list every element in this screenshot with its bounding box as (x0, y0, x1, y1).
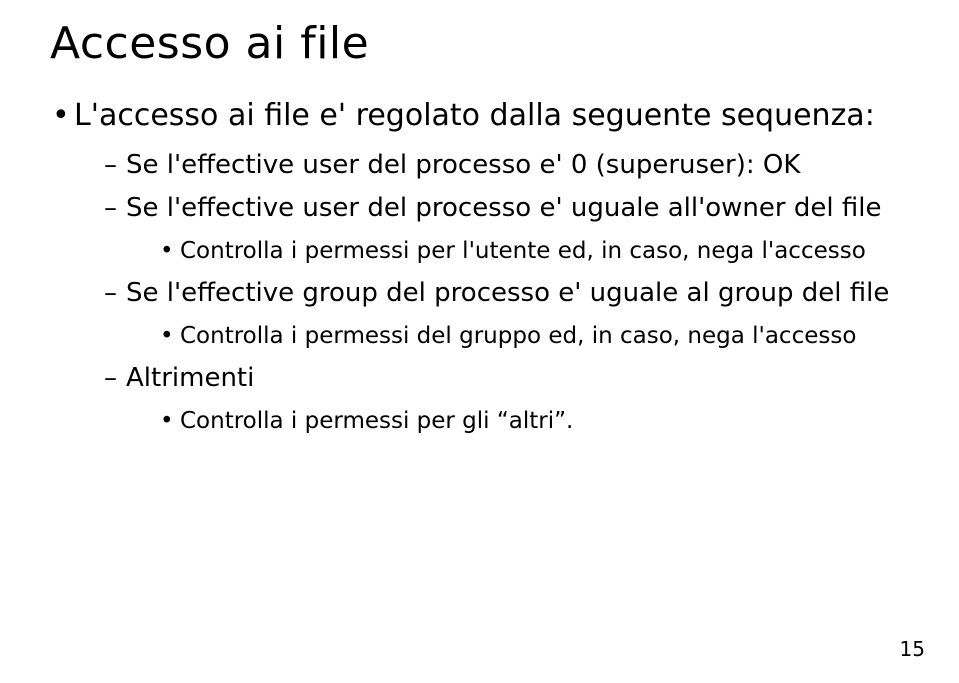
page-number: 15 (900, 637, 925, 661)
bullet-text: Controlla i permessi del gruppo ed, in c… (180, 323, 856, 349)
slide-title: Accesso ai file (50, 18, 909, 69)
bullet-item: Se l'effective user del processo e' ugua… (104, 192, 909, 267)
bullet-list-level3: Controlla i permessi del gruppo ed, in c… (126, 321, 909, 352)
bullet-list-level3: Controlla i permessi per l'utente ed, in… (126, 236, 909, 267)
bullet-text: Se l'effective user del processo e' 0 (s… (126, 150, 800, 180)
bullet-item: Altrimenti Controlla i permessi per gli … (104, 362, 909, 437)
bullet-text: Controlla i permessi per gli “altri”. (180, 408, 573, 434)
bullet-item: Controlla i permessi per l'utente ed, in… (160, 236, 909, 267)
bullet-list-level1: L'accesso ai file e' regolato dalla segu… (50, 97, 909, 437)
bullet-text: L'accesso ai file e' regolato dalla segu… (74, 98, 875, 133)
bullet-item: Se l'effective group del processo e' ugu… (104, 277, 909, 352)
bullet-text: Se l'effective user del processo e' ugua… (126, 193, 881, 223)
bullet-text: Se l'effective group del processo e' ugu… (126, 278, 889, 308)
bullet-item: Se l'effective user del processo e' 0 (s… (104, 149, 909, 183)
bullet-list-level2: Se l'effective user del processo e' 0 (s… (74, 149, 909, 437)
slide: Accesso ai file L'accesso ai file e' reg… (0, 0, 959, 683)
bullet-list-level3: Controlla i permessi per gli “altri”. (126, 406, 909, 437)
bullet-item: L'accesso ai file e' regolato dalla segu… (50, 97, 909, 437)
bullet-item: Controlla i permessi del gruppo ed, in c… (160, 321, 909, 352)
bullet-text: Altrimenti (126, 363, 254, 393)
bullet-text: Controlla i permessi per l'utente ed, in… (180, 238, 866, 264)
bullet-item: Controlla i permessi per gli “altri”. (160, 406, 909, 437)
